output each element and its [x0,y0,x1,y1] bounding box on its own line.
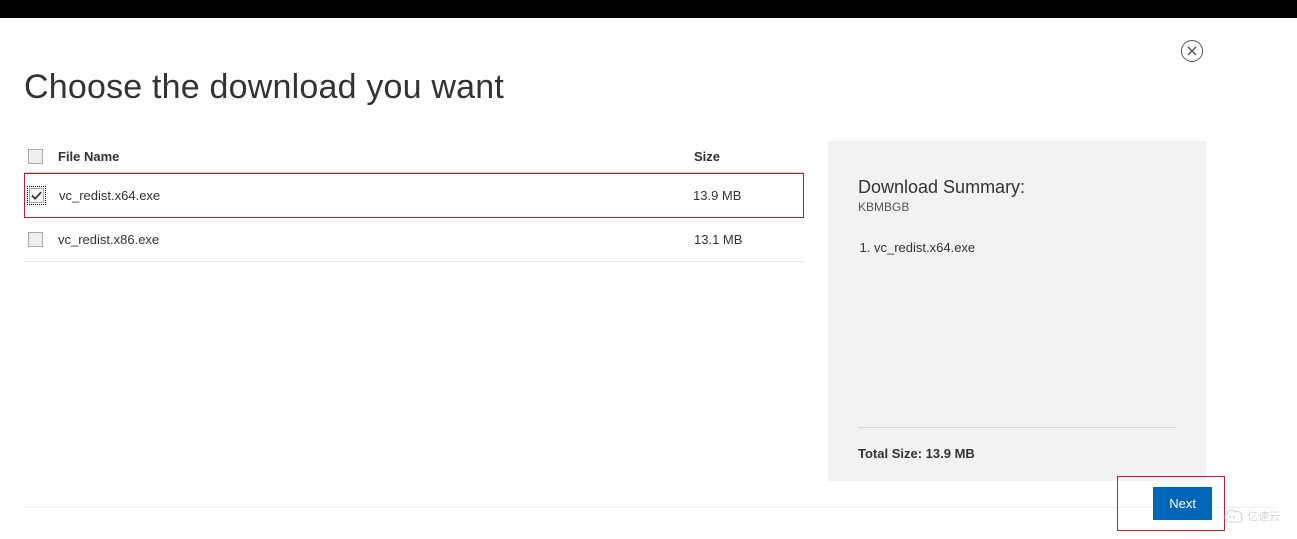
file-size-cell: 13.9 MB [693,188,803,203]
top-bar [0,0,1297,18]
close-icon [1187,46,1197,56]
page-title: Choose the download you want [24,68,1273,107]
file-name-cell: vc_redist.x64.exe [57,188,693,203]
summary-list: vc_redist.x64.exe [858,240,1176,255]
next-button-highlight: Next [1117,476,1225,531]
column-header-size: Size [694,149,804,164]
divider [858,427,1176,428]
watermark-text: 亿速云 [1247,508,1280,524]
divider [24,507,1273,508]
file-name-cell: vc_redist.x86.exe [56,232,694,247]
select-all-checkbox[interactable] [28,149,43,164]
table-header-row: File Name Size [24,141,804,173]
download-summary-panel: Download Summary: KBMBGB vc_redist.x64.e… [828,141,1206,481]
summary-title: Download Summary: [858,177,1176,198]
row-checkbox[interactable] [29,188,44,203]
total-size-value: 13.9 MB [926,446,975,461]
row-checkbox[interactable] [28,232,43,247]
cloud-icon [1221,506,1245,527]
table-row[interactable]: vc_redist.x86.exe 13.1 MB [24,218,804,262]
close-button[interactable] [1181,40,1203,62]
summary-subtitle: KBMBGB [858,200,1176,214]
file-size-cell: 13.1 MB [694,232,804,247]
summary-list-item: vc_redist.x64.exe [874,240,1176,255]
total-size-label: Total Size: [858,446,922,461]
column-header-filename: File Name [56,149,694,164]
total-size-row: Total Size: 13.9 MB [858,446,1176,461]
watermark: 亿速云 [1221,500,1291,532]
checkmark-icon [31,190,42,201]
table-row[interactable]: vc_redist.x64.exe 13.9 MB [24,173,804,218]
next-button[interactable]: Next [1153,487,1212,520]
downloads-table: File Name Size vc_redist.x64.exe 13.9 MB [24,141,804,481]
